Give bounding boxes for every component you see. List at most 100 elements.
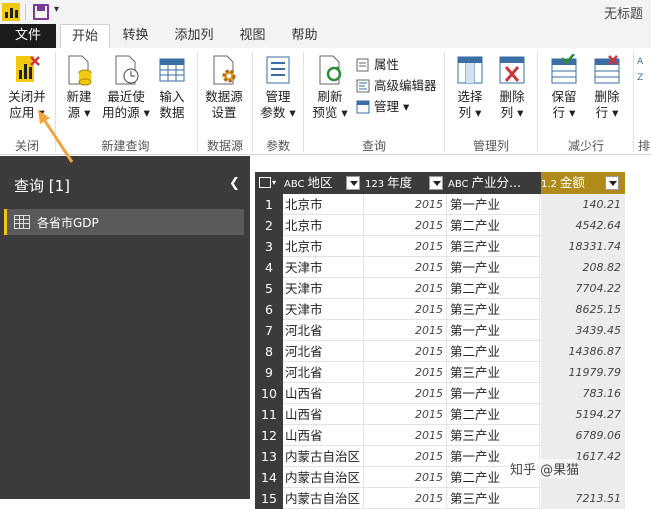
row-number[interactable]: 13 [255,446,283,467]
save-icon[interactable] [33,4,49,20]
table-row[interactable]: 8 河北省 2015 第二产业 14386.87 [255,341,625,362]
cell-year[interactable]: 2015 [365,278,447,299]
tab-help[interactable]: 帮助 [282,24,327,48]
remove-rows-button[interactable]: 删除 行 ▾ [587,54,627,121]
cell-region[interactable]: 天津市 [284,278,364,299]
cell-industry[interactable]: 第二产业 [448,341,540,362]
row-number[interactable]: 7 [255,320,283,341]
column-header-region[interactable]: ABC 地区 [284,172,364,194]
cell-industry[interactable]: 第三产业 [448,362,540,383]
remove-columns-button[interactable]: 删除 列 ▾ [493,54,531,121]
manage-button[interactable]: 管理 ▾ [356,98,409,116]
cell-year[interactable]: 2015 [365,383,447,404]
cell-year[interactable]: 2015 [365,362,447,383]
cell-region[interactable]: 北京市 [284,236,364,257]
choose-columns-button[interactable]: 选择 列 ▾ [450,54,490,121]
cell-amount[interactable]: 783.16 [541,383,625,404]
table-row[interactable]: 4 天津市 2015 第一产业 208.82 [255,257,625,278]
cell-amount[interactable]: 140.21 [541,194,625,215]
close-apply-button[interactable]: 关闭并 应用 ▾ [4,54,50,121]
collapse-panel-icon[interactable]: ❮ [229,176,240,191]
row-number[interactable]: 9 [255,362,283,383]
cell-year[interactable]: 2015 [365,467,447,488]
tab-transform[interactable]: 转换 [113,24,158,48]
number-type-icon[interactable]: 123 [365,179,384,190]
row-number[interactable]: 5 [255,278,283,299]
cell-amount[interactable]: 8625.15 [541,299,625,320]
cell-region[interactable]: 河北省 [284,362,364,383]
keep-rows-button[interactable]: 保留 行 ▾ [544,53,584,121]
recent-sources-button[interactable]: 最近使 用的源 ▾ [100,54,152,121]
row-number[interactable]: 3 [255,236,283,257]
cell-region[interactable]: 河北省 [284,320,364,341]
table-row[interactable]: 10 山西省 2015 第一产业 783.16 [255,383,625,404]
table-row[interactable]: 11 山西省 2015 第二产业 5194.27 [255,404,625,425]
select-all-corner[interactable]: ▾ [255,172,283,194]
cell-industry[interactable]: 第二产业 [448,215,540,236]
cell-year[interactable]: 2015 [365,299,447,320]
row-number[interactable]: 6 [255,299,283,320]
cell-region[interactable]: 山西省 [284,425,364,446]
cell-year[interactable]: 2015 [365,320,447,341]
cell-region[interactable]: 北京市 [284,194,364,215]
cell-region[interactable]: 内蒙古自治区 [284,446,364,467]
cell-amount[interactable]: 11979.79 [541,362,625,383]
column-header-year[interactable]: 123 年度 [365,172,447,194]
tab-file[interactable]: 文件 [0,24,56,48]
table-row[interactable]: 1 北京市 2015 第一产业 140.21 [255,194,625,215]
cell-region[interactable]: 山西省 [284,404,364,425]
tab-home[interactable]: 开始 [60,24,110,49]
column-header-industry[interactable]: ABC 产业分... [448,172,540,194]
text-type-icon[interactable]: ABC [284,179,305,190]
new-source-button[interactable]: 新建 源 ▾ [60,54,98,121]
table-row[interactable]: 7 河北省 2015 第一产业 3439.45 [255,320,625,341]
cell-industry[interactable]: 第三产业 [448,299,540,320]
cell-region[interactable]: 山西省 [284,383,364,404]
enter-data-button[interactable]: 输入 数据 [154,54,190,121]
cell-industry[interactable]: 第三产业 [448,425,540,446]
table-row[interactable]: 9 河北省 2015 第三产业 11979.79 [255,362,625,383]
cell-industry[interactable]: 第三产业 [448,236,540,257]
filter-dropdown-icon[interactable] [429,176,443,190]
table-row[interactable]: 3 北京市 2015 第三产业 18331.74 [255,236,625,257]
cell-amount[interactable]: 14386.87 [541,341,625,362]
cell-amount[interactable]: 7704.22 [541,278,625,299]
cell-amount[interactable]: 4542.64 [541,215,625,236]
column-header-amount[interactable]: 1.2 金额 [541,172,625,194]
cell-amount[interactable]: 208.82 [541,257,625,278]
cell-region[interactable]: 天津市 [284,299,364,320]
cell-amount[interactable]: 3439.45 [541,320,625,341]
table-row[interactable]: 6 天津市 2015 第三产业 8625.15 [255,299,625,320]
manage-parameters-button[interactable]: 管理 参数 ▾ [257,54,299,121]
cell-year[interactable]: 2015 [365,236,447,257]
cell-year[interactable]: 2015 [365,194,447,215]
row-number[interactable]: 10 [255,383,283,404]
properties-button[interactable]: 属性 [356,56,399,74]
cell-industry[interactable]: 第二产业 [448,404,540,425]
decimal-type-icon[interactable]: 1.2 [541,179,557,190]
row-number[interactable]: 14 [255,467,283,488]
cell-industry[interactable]: 第一产业 [448,320,540,341]
table-row[interactable]: 5 天津市 2015 第二产业 7704.22 [255,278,625,299]
cell-region[interactable]: 北京市 [284,215,364,236]
cell-region[interactable]: 内蒙古自治区 [284,467,364,488]
cell-region[interactable]: 天津市 [284,257,364,278]
cell-region[interactable]: 河北省 [284,341,364,362]
cell-industry[interactable]: 第一产业 [448,194,540,215]
cell-year[interactable]: 2015 [365,341,447,362]
cell-year[interactable]: 2015 [365,215,447,236]
filter-dropdown-icon[interactable] [346,176,360,190]
cell-amount[interactable]: 5194.27 [541,404,625,425]
text-type-icon[interactable]: ABC [448,179,469,190]
cell-industry[interactable]: 第一产业 [448,257,540,278]
cell-amount[interactable]: 18331.74 [541,236,625,257]
tab-view[interactable]: 视图 [230,24,275,48]
row-number[interactable]: 1 [255,194,283,215]
customize-qat-dropdown[interactable]: ▾ [54,4,59,15]
filter-dropdown-icon[interactable] [605,176,619,190]
row-number[interactable]: 12 [255,425,283,446]
cell-year[interactable]: 2015 [365,404,447,425]
table-row[interactable]: 12 山西省 2015 第三产业 6789.06 [255,425,625,446]
table-row[interactable]: 2 北京市 2015 第二产业 4542.64 [255,215,625,236]
row-number[interactable]: 2 [255,215,283,236]
